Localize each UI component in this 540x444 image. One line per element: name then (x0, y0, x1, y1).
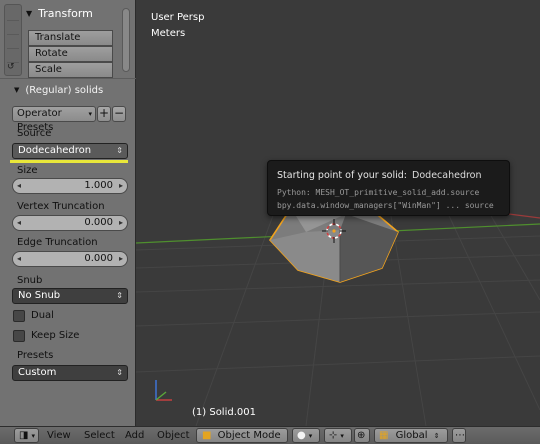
manipulator-icon: ⊕ (357, 430, 366, 441)
source-dropdown[interactable]: Dodecahedron ⇕ (12, 143, 128, 159)
chevron-updown-icon: ⇕ (116, 291, 123, 300)
transform-orientation-dropdown[interactable]: ▦ Global ⇕ (374, 428, 448, 443)
decrement-arrow-icon[interactable]: ◂ (17, 179, 21, 193)
vertex-truncation-label: Vertex Truncation (17, 201, 105, 212)
view3d-editor-icon: ◨ (19, 430, 29, 441)
shelf-tab[interactable] (7, 39, 19, 49)
presets-label: Presets (17, 350, 54, 361)
decrement-arrow-icon[interactable]: ◂ (17, 252, 21, 266)
chevron-down-icon: ▾ (340, 432, 344, 440)
pivot-point-button[interactable]: ⊹ ▾ (324, 428, 352, 443)
increment-arrow-icon[interactable]: ▸ (119, 252, 123, 266)
dual-checkbox[interactable] (13, 310, 25, 322)
tooltip-python-path: Python: MESH_OT_primitive_solid_add.sour… (277, 188, 480, 197)
add-preset-button[interactable]: + (97, 106, 111, 122)
tooltip-title-text: Starting point of your solid: (277, 170, 407, 181)
presets-value: Custom (18, 367, 57, 378)
scale-button[interactable]: Scale (28, 62, 113, 78)
size-value: 1.000 (84, 180, 113, 191)
snub-label: Snub (17, 275, 43, 286)
operator-presets-dropdown[interactable]: Operator Presets ▾ (12, 106, 96, 133)
mode-selector[interactable]: ■ Object Mode ⇕ (196, 428, 288, 443)
tooltip-data-path: bpy.data.window_managers["WinMan"] ... s… (277, 201, 494, 210)
dual-label: Dual (31, 310, 54, 321)
orientation-grid-icon: ▦ (379, 430, 389, 441)
increment-arrow-icon[interactable]: ▸ (119, 216, 123, 230)
collapse-triangle-icon[interactable]: ▼ (26, 9, 32, 18)
units-label: Meters (151, 28, 186, 39)
shelf-tab[interactable] (7, 25, 19, 35)
tool-shelf: ↺ ▼ Transform Translate Rotate Scale ▼ (… (0, 0, 136, 426)
snap-icon: ⋯ (455, 430, 465, 441)
tooltip-title: Starting point of your solid: Dodecahedr… (277, 170, 482, 181)
presets-dropdown[interactable]: Custom ⇕ (12, 365, 128, 381)
axis-gizmo-icon (155, 380, 172, 401)
vertex-truncation-field[interactable]: ◂ 0.000 ▸ (12, 215, 128, 231)
orientation-value: Global (395, 430, 428, 441)
remove-preset-button[interactable]: − (112, 106, 126, 122)
vertex-truncation-value: 0.000 (84, 217, 113, 228)
tooltip: Starting point of your solid: Dodecahedr… (267, 160, 510, 216)
chevron-updown-icon: ⇕ (433, 432, 440, 440)
edge-truncation-label: Edge Truncation (17, 237, 98, 248)
pivot-point-icon: ⊹ (329, 430, 338, 441)
transform-panel-title: Transform (38, 6, 93, 20)
operator-panel-header[interactable]: ▼ (Regular) solids (14, 83, 103, 97)
manipulator-toggle[interactable]: ⊕ (354, 428, 370, 443)
tooltip-value: Dodecahedron (412, 170, 482, 181)
edge-truncation-value: 0.000 (84, 253, 113, 264)
keep-size-label: Keep Size (31, 330, 80, 341)
chevron-down-icon: ▾ (31, 432, 35, 440)
viewport-shading-button[interactable]: ● ▾ (292, 428, 320, 443)
chevron-updown-icon: ⇕ (116, 146, 123, 155)
transform-panel-header[interactable]: ▼ Transform (26, 5, 93, 21)
menu-view[interactable]: View (47, 430, 71, 441)
viewport-shading-sphere-icon: ● (297, 430, 306, 441)
active-object-label: (1) Solid.001 (192, 407, 256, 418)
rotate-button[interactable]: Rotate (28, 46, 113, 62)
operator-panel-title: (Regular) solids (25, 84, 104, 96)
decrement-arrow-icon[interactable]: ◂ (17, 216, 21, 230)
shelf-tab-strip[interactable]: ↺ (4, 4, 22, 76)
menu-select[interactable]: Select (84, 430, 115, 441)
menu-object[interactable]: Object (157, 430, 190, 441)
snap-toggle[interactable]: ⋯ (452, 428, 466, 443)
divider (0, 78, 136, 79)
snub-value: No Snub (18, 290, 61, 301)
chevron-updown-icon: ⇕ (116, 368, 123, 377)
highlight-bar (10, 160, 128, 163)
mode-value: Object Mode (217, 430, 281, 441)
edge-truncation-field[interactable]: ◂ 0.000 ▸ (12, 251, 128, 267)
view-name: User Persp (151, 12, 205, 23)
source-value: Dodecahedron (18, 145, 92, 156)
chevron-down-icon: ▾ (88, 110, 92, 118)
keep-size-checkbox[interactable] (13, 330, 25, 342)
menu-add[interactable]: Add (125, 430, 144, 441)
translate-button[interactable]: Translate (28, 30, 113, 46)
editor-type-button[interactable]: ◨ ▾ (14, 428, 39, 443)
increment-arrow-icon[interactable]: ▸ (119, 179, 123, 193)
shelf-scrollbar[interactable] (122, 8, 130, 72)
size-label: Size (17, 165, 38, 176)
3d-view-header: ◨ ▾ View Select Add Object ■ Object Mode … (0, 426, 540, 444)
grip-icon[interactable]: ↺ (7, 62, 15, 72)
snub-dropdown[interactable]: No Snub ⇕ (12, 288, 128, 304)
chevron-down-icon: ▾ (308, 432, 313, 440)
source-label: Source (17, 128, 52, 139)
size-field[interactable]: ◂ 1.000 ▸ (12, 178, 128, 194)
object-mode-cube-icon: ■ (202, 430, 212, 441)
collapse-triangle-icon[interactable]: ▼ (14, 86, 19, 94)
3d-viewport[interactable]: User Persp Meters (1) Solid.001 Starting… (136, 0, 540, 426)
shelf-tab[interactable] (7, 11, 19, 21)
